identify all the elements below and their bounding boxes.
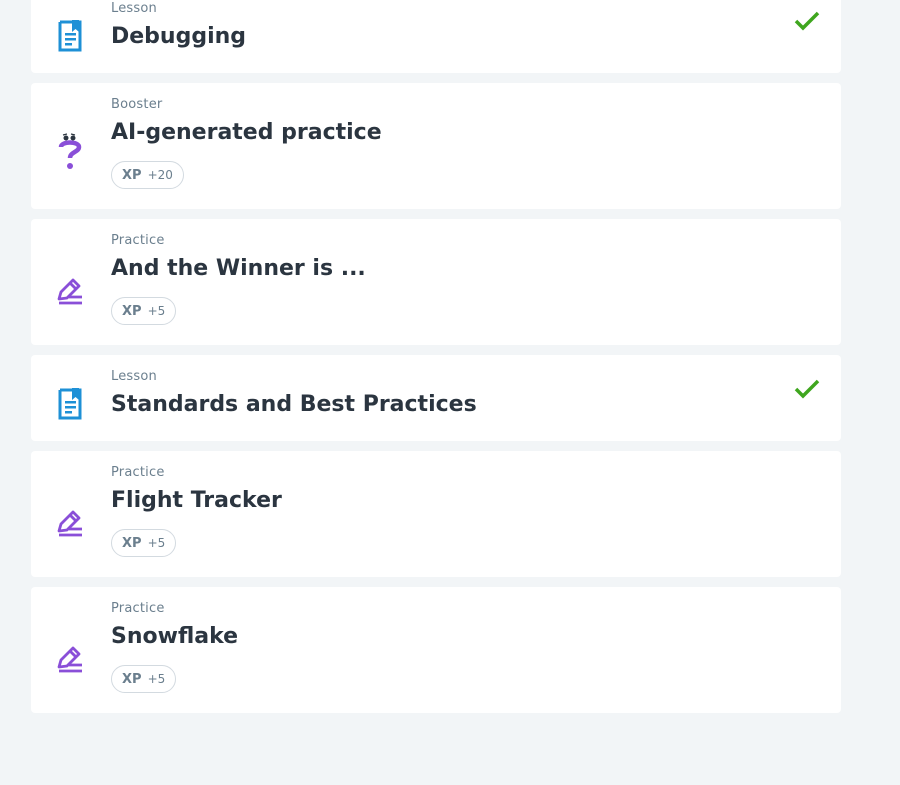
item-title: Flight Tracker	[111, 488, 282, 513]
item-type-label: Practice	[111, 601, 165, 616]
learning-path-list: Lesson Debugging Booster AI-generated pr…	[31, 0, 841, 723]
practice-pencil-icon	[53, 506, 87, 540]
item-title: Standards and Best Practices	[111, 392, 477, 417]
xp-label: XP	[122, 671, 142, 687]
xp-badge: XP +5	[111, 297, 177, 325]
list-item[interactable]: Lesson Standards and Best Practices	[31, 355, 841, 441]
item-title: Snowflake	[111, 624, 239, 649]
list-item[interactable]: Practice And the Winner is ... XP +5	[31, 219, 841, 345]
xp-value: +5	[147, 304, 166, 318]
list-item[interactable]: Lesson Debugging	[31, 0, 841, 73]
xp-value: +20	[147, 168, 173, 182]
lesson-icon	[53, 19, 87, 53]
practice-pencil-icon	[53, 642, 87, 676]
xp-badge: XP +5	[111, 665, 177, 693]
item-type-label: Booster	[111, 97, 163, 112]
checkmark-icon	[794, 11, 820, 31]
item-type-label: Lesson	[111, 1, 157, 16]
list-item[interactable]: Practice Flight Tracker XP +5	[31, 451, 841, 577]
list-item[interactable]: Practice Snowflake XP +5	[31, 587, 841, 713]
item-type-label: Practice	[111, 465, 165, 480]
xp-badge: XP +20	[111, 161, 184, 189]
xp-label: XP	[122, 535, 142, 551]
xp-value: +5	[147, 672, 166, 686]
xp-label: XP	[122, 303, 142, 319]
item-title: Debugging	[111, 24, 247, 49]
lesson-icon	[53, 387, 87, 421]
list-item[interactable]: Booster AI-generated practice XP +20	[31, 83, 841, 209]
xp-label: XP	[122, 167, 142, 183]
booster-question-icon	[53, 133, 87, 169]
checkmark-icon	[794, 379, 820, 399]
xp-value: +5	[147, 536, 166, 550]
xp-badge: XP +5	[111, 529, 177, 557]
item-title: And the Winner is ...	[111, 256, 366, 281]
item-type-label: Lesson	[111, 369, 157, 384]
item-type-label: Practice	[111, 233, 165, 248]
item-title: AI-generated practice	[111, 120, 382, 145]
practice-pencil-icon	[53, 274, 87, 308]
